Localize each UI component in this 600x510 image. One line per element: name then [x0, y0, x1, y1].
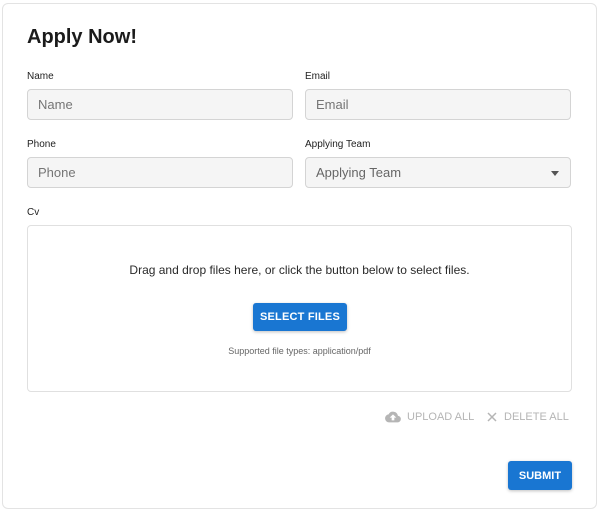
team-select[interactable]: Applying Team	[305, 157, 571, 188]
delete-all-label: DELETE ALL	[504, 411, 569, 423]
team-select-value: Applying Team	[316, 165, 402, 180]
upload-all-button[interactable]: UPLOAD ALL	[385, 411, 474, 423]
email-field-wrapper	[305, 89, 571, 120]
select-files-button[interactable]: SELECT FILES	[253, 303, 347, 331]
name-input[interactable]	[38, 97, 292, 112]
dropzone-instructions: Drag and drop files here, or click the b…	[129, 263, 470, 277]
name-field-wrapper	[27, 89, 293, 120]
close-icon	[487, 412, 497, 422]
cv-dropzone[interactable]: Drag and drop files here, or click the b…	[27, 225, 572, 392]
name-label: Name	[27, 71, 54, 82]
upload-all-label: UPLOAD ALL	[407, 411, 475, 423]
phone-field-wrapper	[27, 157, 293, 188]
delete-all-button[interactable]: DELETE ALL	[486, 411, 569, 423]
submit-button[interactable]: SUBMIT	[508, 461, 572, 490]
team-label: Applying Team	[305, 139, 371, 150]
email-input[interactable]	[316, 97, 570, 112]
supported-file-types: Supported file types: application/pdf	[228, 346, 371, 356]
phone-input[interactable]	[38, 165, 292, 180]
caret-down-icon	[551, 171, 559, 176]
cv-label: Cv	[27, 207, 40, 218]
page-title: Apply Now!	[27, 26, 137, 48]
cloud-upload-icon	[385, 411, 401, 423]
phone-label: Phone	[27, 139, 56, 150]
email-label: Email	[305, 71, 331, 82]
